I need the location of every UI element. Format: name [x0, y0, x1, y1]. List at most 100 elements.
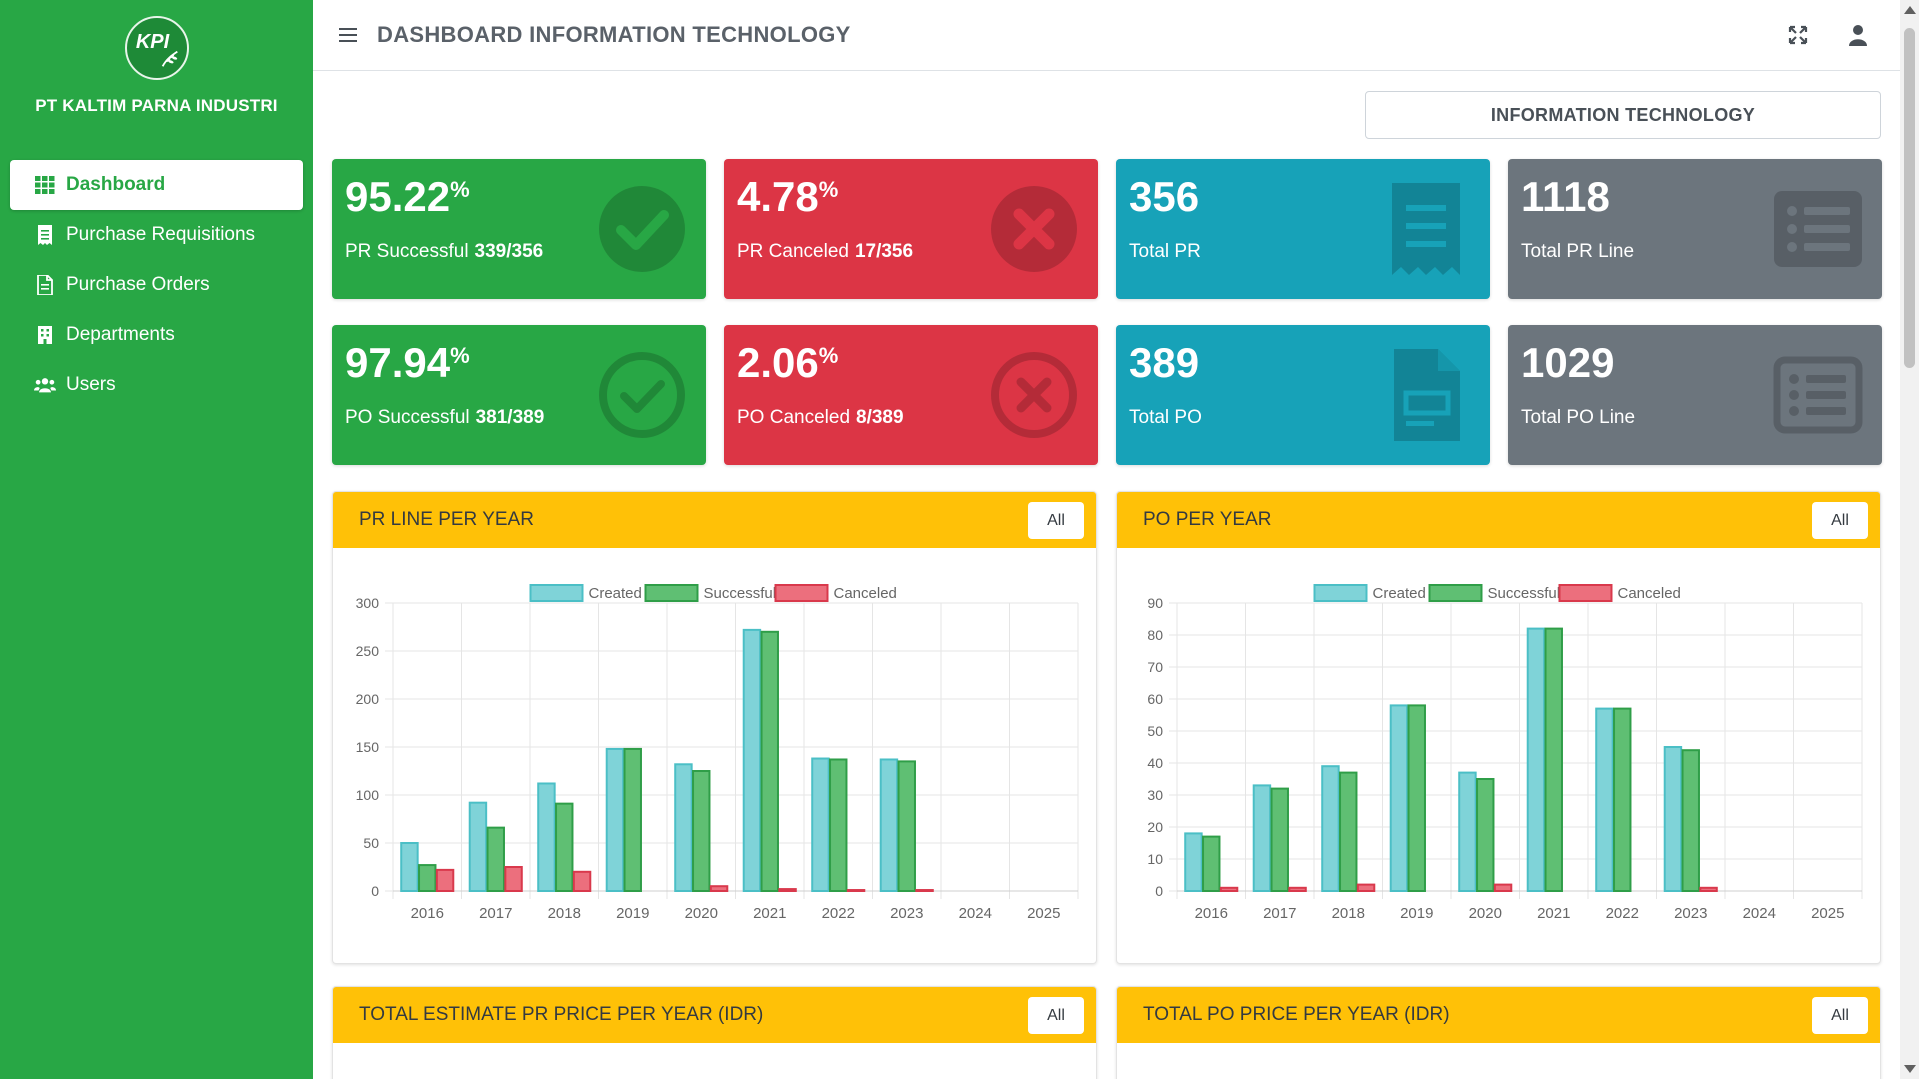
legend-label: Successful [1488, 585, 1561, 602]
po-bar-chart: Created Successful Canceled 0 10 20 30 40 50 60 70… [1147, 584, 1863, 922]
y-tick-label: 70 [1147, 659, 1163, 675]
bar [486, 826, 505, 893]
x-tick-label: 2017 [1263, 905, 1296, 922]
bar [537, 782, 556, 892]
percent-unit: % [818, 177, 839, 202]
legend-label: Created [1373, 585, 1426, 602]
sidebar-item-purchase-requisitions[interactable]: Purchase Requisitions [10, 210, 303, 260]
x-tick-label: 2020 [685, 905, 718, 922]
user-icon[interactable] [1846, 23, 1870, 47]
bar [1681, 749, 1700, 892]
po-successful-value: 97.94 [345, 339, 451, 386]
expand-icon[interactable] [1786, 23, 1810, 47]
bar [605, 747, 625, 892]
bar [778, 888, 797, 892]
bar [1493, 883, 1513, 893]
pr-canceled-box: 4.78% PR Canceled 17/356 [724, 159, 1098, 299]
brand-name: PT KALTIM PARNA INDUSTRI [35, 96, 278, 115]
bar [811, 757, 830, 892]
y-tick-label: 20 [1147, 819, 1163, 835]
bar [1476, 778, 1495, 892]
bar [1202, 835, 1221, 893]
bar [555, 802, 574, 892]
x-tick-label: 2019 [616, 905, 649, 922]
bar [1389, 704, 1409, 892]
y-tick-label: 80 [1147, 627, 1163, 643]
brand: KPI PT KALTIM PARNA INDUSTRI [0, 0, 313, 150]
x-tick-label: 2023 [890, 905, 923, 922]
x-tick-label: 2016 [411, 905, 444, 922]
filter-all-button[interactable]: All [1812, 502, 1868, 539]
y-tick-label: 250 [356, 643, 380, 659]
menu-icon[interactable] [339, 25, 359, 45]
sidebar-item-label: Users [66, 374, 116, 395]
leaf-icon [161, 50, 178, 67]
pr-successful-label: PR Successful [345, 241, 469, 262]
legend-label: Created [589, 585, 642, 602]
sidebar-item-dashboard[interactable]: Dashboard [10, 160, 303, 210]
document-icon [34, 274, 56, 296]
bar [1270, 787, 1289, 893]
legend-swatch [644, 584, 699, 602]
total-po-box: 389 Total PO [1116, 325, 1490, 465]
y-tick-label: 100 [356, 787, 380, 803]
x-tick-label: 2021 [753, 905, 786, 922]
card-title: TOTAL ESTIMATE PR PRICE PER YEAR (IDR) [359, 1004, 764, 1025]
company-logo[interactable]: KPI [124, 16, 189, 80]
scroll-up-icon[interactable] [1904, 6, 1916, 14]
bar [709, 885, 729, 893]
times-circle-outline-icon [991, 352, 1077, 438]
filter-all-button[interactable]: All [1028, 502, 1084, 539]
building-icon [34, 324, 56, 346]
legend-label: Canceled [834, 585, 897, 602]
y-tick-label: 200 [356, 691, 380, 707]
total-pr-value: 356 [1129, 173, 1200, 220]
x-tick-label: 2019 [1400, 905, 1433, 922]
bar [692, 770, 711, 892]
scroll-thumb[interactable] [1904, 28, 1915, 368]
page-scrollbar[interactable] [1900, 0, 1919, 1079]
legend-label: Canceled [1618, 585, 1681, 602]
sidebar-item-label: Dashboard [66, 174, 166, 195]
total-po-line-box: 1029 Total PO Line [1508, 325, 1882, 465]
legend-swatch [1428, 584, 1483, 602]
bar [1595, 707, 1614, 892]
x-tick-label: 2023 [1674, 905, 1707, 922]
pr-line-bar-chart: Created Successful Canceled 0 50 100 150 200 250… [356, 584, 1079, 922]
sidebar-item-label: Purchase Requisitions [66, 224, 256, 245]
scroll-down-icon[interactable] [1904, 1065, 1916, 1073]
x-tick-label: 2017 [479, 905, 512, 922]
bar [418, 864, 437, 892]
po-price-chart-card: TOTAL PO PRICE PER YEAR (IDR) All [1116, 986, 1881, 1079]
card-title: PR LINE PER YEAR [359, 509, 534, 530]
bar [1356, 883, 1376, 893]
bar [846, 889, 866, 893]
bar [760, 630, 779, 893]
percent-unit: % [450, 177, 470, 202]
po-canceled-value: 2.06 [737, 339, 819, 386]
bar [1663, 746, 1683, 892]
bar [623, 747, 642, 892]
sidebar-item-departments[interactable]: Departments [10, 310, 303, 360]
sidebar-item-users[interactable]: Users [10, 360, 303, 410]
x-tick-label: 2025 [1811, 905, 1844, 922]
y-tick-label: 30 [1147, 787, 1163, 803]
bar [504, 866, 523, 892]
sidebar-item-purchase-orders[interactable]: Purchase Orders [10, 260, 303, 310]
pr-canceled-value: 4.78 [737, 173, 819, 220]
y-tick-label: 60 [1147, 691, 1163, 707]
bar [1252, 784, 1272, 892]
filter-all-button[interactable]: All [1812, 997, 1868, 1034]
department-button[interactable]: INFORMATION TECHNOLOGY [1365, 91, 1881, 139]
bar [468, 801, 488, 892]
legend-label: Successful [704, 585, 777, 602]
bar [1288, 886, 1307, 892]
po-chart-card: PO PER YEAR All Created Successful Cancele… [1116, 491, 1881, 964]
bar [1699, 886, 1718, 892]
bar [915, 889, 934, 893]
bar [1458, 771, 1477, 893]
x-tick-label: 2025 [1027, 905, 1060, 922]
pr-successful-value: 95.22 [345, 173, 451, 220]
filter-all-button[interactable]: All [1028, 997, 1084, 1034]
legend-swatch [1313, 584, 1368, 602]
